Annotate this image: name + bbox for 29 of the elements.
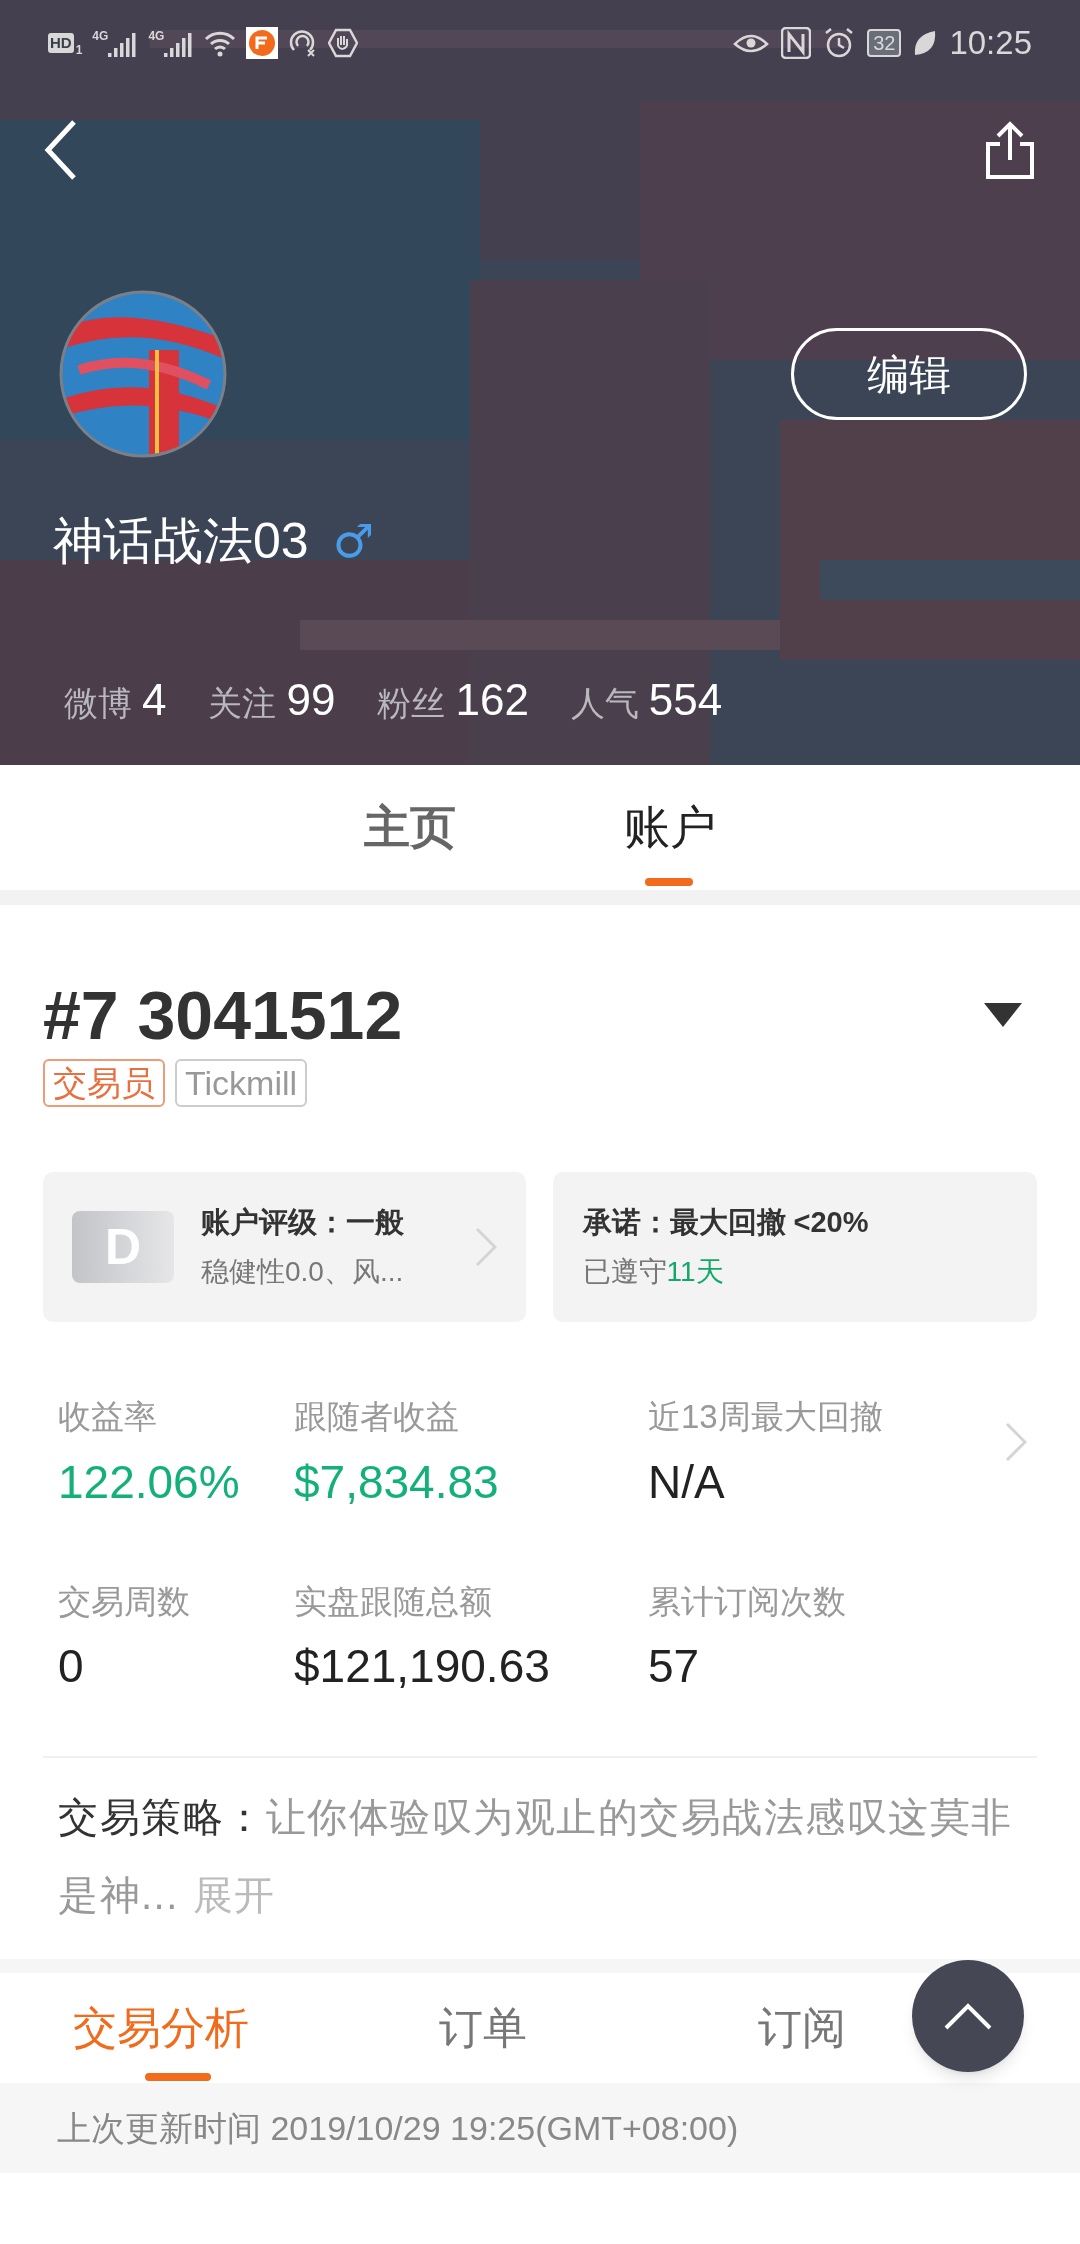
tab[interactable]: 订阅 [644, 1973, 1080, 2083]
tab[interactable]: 主页 [335, 765, 485, 890]
metric-label: 累计订阅次数 [648, 1581, 847, 1622]
metric-value: $7,834.83 [294, 1454, 500, 1510]
strategy-text: 交易策略：让你体验叹为观止的交易战法感叹这莫非是神... 展开 [57, 1794, 1014, 1919]
metric-value: 57 [648, 1639, 701, 1694]
metric-label: 近13周最大回撤 [648, 1397, 884, 1437]
chevron-right-icon [474, 1227, 497, 1267]
metric-value: 0 [58, 1639, 85, 1694]
account-tag: 交易员 [43, 1059, 165, 1107]
chevron-up-icon [943, 2001, 993, 2031]
metric-value: N/A [648, 1454, 726, 1510]
promise-status: 已遵守11天 [582, 1254, 725, 1289]
metric-value: 122.06% [58, 1454, 241, 1510]
tab[interactable]: 账户 [595, 765, 745, 890]
account-tag: Tickmill [175, 1059, 308, 1107]
metric-label: 实盘跟随总额 [294, 1581, 493, 1622]
last-update-text: 上次更新时间 2019/10/29 19:25(GMT+08:00) [57, 2107, 739, 2149]
tab[interactable]: 订单 [322, 1973, 644, 2083]
dropdown-icon[interactable] [984, 1003, 1022, 1027]
tab[interactable]: 交易分析 [0, 1973, 322, 2083]
metric-label: 跟随者收益 [294, 1397, 460, 1437]
metric-value: $121,190.63 [294, 1639, 551, 1694]
metric-label: 交易周数 [58, 1581, 191, 1622]
metric-label: 收益率 [58, 1397, 158, 1437]
rating-title: 账户评级：一般 [201, 1205, 405, 1241]
rating-subtitle: 稳健性0.0、风... [201, 1254, 405, 1289]
account-number: #7 3041512 [43, 976, 403, 1055]
promise-title: 承诺：最大回撤 <20% [582, 1205, 870, 1241]
